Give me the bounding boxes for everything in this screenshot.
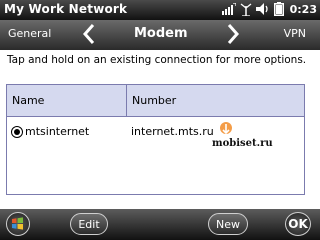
hint-text: Tap and hold on an existing connection f… <box>7 54 307 66</box>
tab-bar: General Modem VPN <box>0 20 320 50</box>
column-divider <box>126 85 127 116</box>
volume-icon[interactable] <box>255 3 270 15</box>
window-title: My Work Network <box>4 2 128 16</box>
tab-vpn[interactable]: VPN <box>284 27 306 40</box>
watermark-text: mobiset.ru <box>212 138 273 149</box>
column-header-name[interactable]: Name <box>12 94 44 107</box>
tab-general[interactable]: General <box>8 27 51 40</box>
softkey-bar: Edit New OK <box>0 209 320 240</box>
signal-icon[interactable] <box>221 3 236 15</box>
table-header: Name Number <box>7 85 304 117</box>
edit-button[interactable]: Edit <box>70 213 108 235</box>
antenna-icon[interactable] <box>240 2 252 16</box>
connection-name: mtsinternet <box>25 125 90 138</box>
ok-button[interactable]: OK <box>285 212 311 236</box>
windows-logo-icon <box>12 217 23 230</box>
chevron-right-icon[interactable] <box>226 23 240 49</box>
start-button[interactable] <box>6 212 30 236</box>
clock[interactable]: 0:23 <box>290 3 317 16</box>
radio-selected-icon[interactable] <box>11 126 23 138</box>
tab-modem[interactable]: Modem <box>134 26 188 41</box>
battery-icon[interactable] <box>273 2 284 16</box>
chevron-left-icon[interactable] <box>82 23 96 49</box>
title-bar: My Work Network 0:23 <box>0 0 320 20</box>
status-icons: 0:23 <box>221 2 317 16</box>
new-button[interactable]: New <box>208 213 248 235</box>
column-header-number[interactable]: Number <box>132 94 176 107</box>
connection-number: internet.mts.ru <box>131 125 214 138</box>
